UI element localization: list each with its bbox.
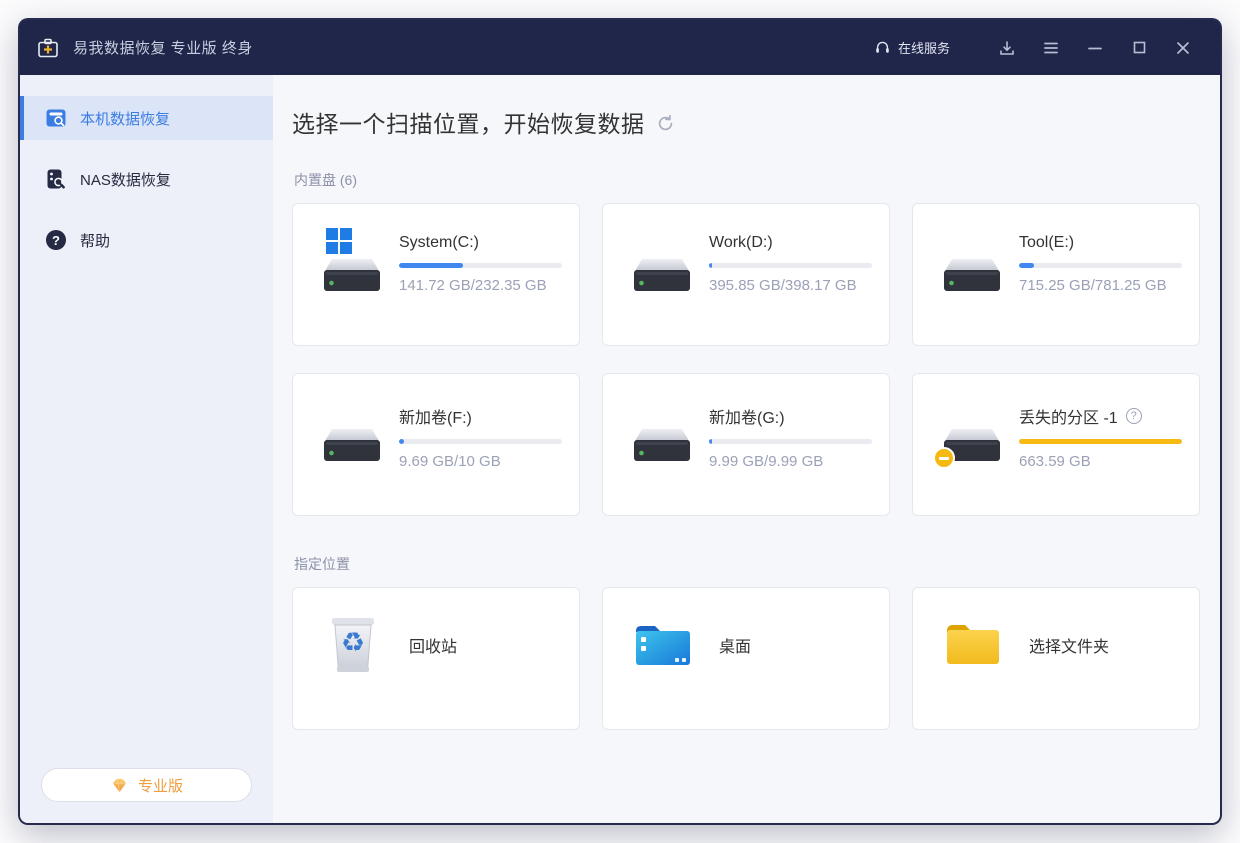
hard-drive-icon [320,230,384,296]
lost-partition-badge [933,447,955,469]
drive-name: 丢失的分区 -1 [1019,404,1118,428]
nas-recovery-icon [45,168,67,190]
download-button[interactable] [990,31,1024,65]
drive-name: Tool(E:) [1019,234,1074,252]
location-card[interactable]: 选择文件夹 [912,587,1200,730]
drive-name: Work(D:) [709,234,773,252]
recycle-bin-icon: ♻ [323,613,383,675]
drive-card[interactable]: System(C:) 141.72 GB/232.35 GB [292,203,580,346]
capacity-bar [709,439,872,444]
drive-capacity: 141.72 GB/232.35 GB [399,277,557,294]
drive-card[interactable]: Tool(E:) 715.25 GB/781.25 GB [912,203,1200,346]
drive-capacity: 9.99 GB/9.99 GB [709,453,867,470]
sidebar-item-label: 帮助 [80,230,110,251]
online-service-button[interactable]: 在线服务 [874,38,950,57]
locations-grid: ♻ 回收站 桌面 [292,587,1196,730]
app-window: 易我数据恢复 专业版 终身 在线服务 [18,18,1222,825]
drive-name: System(C:) [399,234,479,252]
menu-button[interactable] [1034,31,1068,65]
location-card[interactable]: 桌面 [602,587,890,730]
hard-drive-icon [320,400,384,466]
minimize-button[interactable] [1078,31,1112,65]
drive-capacity: 395.85 GB/398.17 GB [709,277,867,294]
sidebar-item-local-recovery[interactable]: 本机数据恢复 [20,96,273,140]
pro-version-button[interactable]: 专业版 [41,768,252,802]
drive-name: 新加卷(F:) [399,404,472,428]
help-icon: ? [45,229,67,251]
app-logo-icon [36,36,60,60]
drive-card[interactable]: Work(D:) 395.85 GB/398.17 GB [602,203,890,346]
app-title: 易我数据恢复 专业版 终身 [73,37,253,58]
diamond-icon [110,777,129,794]
desktop-folder-icon [633,613,693,675]
location-card[interactable]: ♻ 回收站 [292,587,580,730]
pro-version-label: 专业版 [138,775,183,796]
headset-icon [874,39,891,56]
sidebar-item-nas-recovery[interactable]: NAS数据恢复 [20,157,273,201]
choose-folder-icon [943,613,1003,675]
hard-drive-icon [630,230,694,296]
sidebar-item-help[interactable]: ? 帮助 [20,218,273,262]
titlebar: 易我数据恢复 专业版 终身 在线服务 [20,20,1220,75]
capacity-bar [1019,439,1182,444]
drive-capacity: 9.69 GB/10 GB [399,453,557,470]
capacity-bar [1019,263,1182,268]
windows-logo-icon [325,227,353,255]
hard-drive-icon [940,230,1004,296]
locations-label: 指定位置 [294,554,1196,574]
capacity-bar [709,263,872,268]
page-title: 选择一个扫描位置，开始恢复数据 [292,105,645,139]
internal-disks-label: 内置盘 (6) [294,170,1196,190]
hard-drive-icon [940,400,1004,466]
capacity-bar [399,439,562,444]
drive-name: 新加卷(G:) [709,404,785,428]
sidebar-item-label: 本机数据恢复 [80,108,170,129]
main-content: 选择一个扫描位置，开始恢复数据 内置盘 (6) [273,75,1220,823]
local-recovery-icon [45,107,67,129]
drive-capacity: 715.25 GB/781.25 GB [1019,277,1177,294]
hard-drive-icon [630,400,694,466]
capacity-bar [399,263,562,268]
online-service-label: 在线服务 [898,38,950,57]
drive-card[interactable]: 新加卷(G:) 9.99 GB/9.99 GB [602,373,890,516]
lost-partition-help-icon[interactable]: ? [1126,408,1142,424]
sidebar: 本机数据恢复 NAS数据恢复 ? 帮助 [20,75,273,823]
drive-capacity: 663.59 GB [1019,453,1177,470]
location-label: 回收站 [409,633,457,657]
maximize-button[interactable] [1122,31,1156,65]
location-label: 选择文件夹 [1029,633,1109,657]
drive-card[interactable]: 丢失的分区 -1 ? 663.59 GB [912,373,1200,516]
refresh-icon[interactable] [656,114,675,133]
sidebar-item-label: NAS数据恢复 [80,169,171,190]
drive-card[interactable]: 新加卷(F:) 9.69 GB/10 GB [292,373,580,516]
location-label: 桌面 [719,633,751,657]
close-button[interactable] [1166,31,1200,65]
drives-grid: System(C:) 141.72 GB/232.35 GB [292,203,1196,516]
